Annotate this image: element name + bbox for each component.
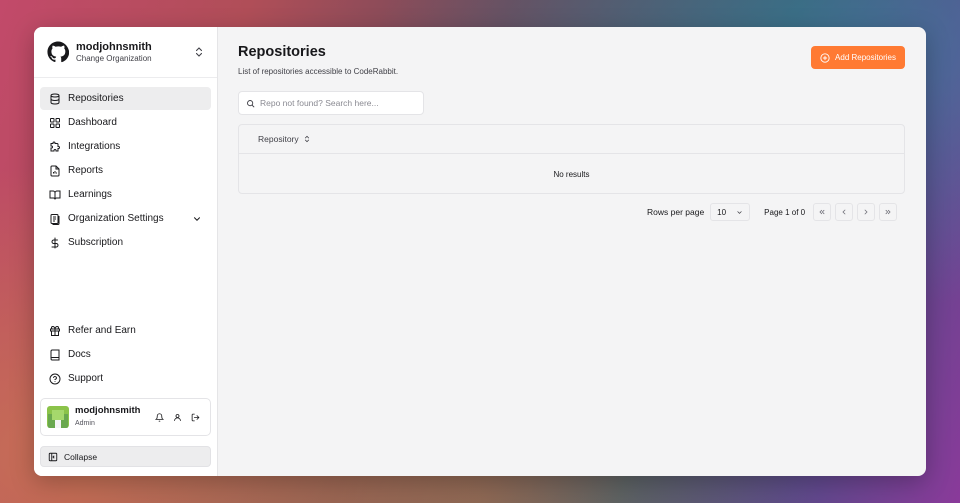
sidebar-item-docs[interactable]: Docs <box>40 343 211 366</box>
rows-per-page-label: Rows per page <box>647 207 705 217</box>
search-input[interactable] <box>260 98 410 108</box>
sidebar-item-subscription[interactable]: Subscription <box>40 231 211 254</box>
page-title: Repositories <box>238 44 326 60</box>
help-circle-icon <box>49 373 61 384</box>
sidebar-item-label: Organization Settings <box>68 213 164 224</box>
user-card: modjohnsmith Admin <box>40 398 211 436</box>
chevrons-left-icon <box>819 209 825 215</box>
org-subtitle: Change Organization <box>76 53 152 63</box>
sidebar-item-reports[interactable]: Reports <box>40 159 211 182</box>
search-box <box>238 91 424 115</box>
book-open-icon <box>49 190 61 200</box>
sidebar-bottom-nav: Refer and Earn Docs Support <box>40 319 211 391</box>
sidebar-item-label: Support <box>68 373 104 384</box>
gift-icon <box>50 325 60 336</box>
empty-state: No results <box>553 169 590 179</box>
sidebar-item-label: Learnings <box>68 189 112 200</box>
main-content: Repositories List of repositories access… <box>218 27 926 476</box>
first-page-button[interactable] <box>813 203 832 221</box>
sidebar-item-label: Repositories <box>68 93 124 104</box>
sidebar-item-label: Dashboard <box>68 117 117 128</box>
user-icon <box>173 413 181 421</box>
page-subtitle: List of repositories accessible to CodeR… <box>238 67 399 76</box>
logout-button[interactable] <box>186 408 204 426</box>
org-switcher[interactable]: modjohnsmith Change Organization <box>34 27 217 78</box>
sidebar-nav: Repositories Dashboard Integrations Repo… <box>34 78 217 255</box>
report-icon <box>50 165 60 176</box>
app-window: modjohnsmith Change Organization Reposit… <box>34 27 926 476</box>
chevrons-right-icon <box>885 209 891 215</box>
sort-icon <box>304 135 309 143</box>
chevron-left-icon <box>842 209 846 215</box>
add-repositories-label: Add Repositories <box>835 53 896 62</box>
page-info: Page 1 of 0 <box>764 207 806 217</box>
sidebar-item-label: Subscription <box>68 237 124 248</box>
previous-page-button[interactable] <box>835 203 854 221</box>
sidebar-item-integrations[interactable]: Integrations <box>40 135 211 158</box>
column-repository: Repository <box>258 134 299 144</box>
database-icon <box>50 93 60 105</box>
chevron-down-icon <box>737 210 742 214</box>
grid-icon <box>50 117 60 128</box>
rows-per-page-select[interactable]: 10 <box>710 203 751 221</box>
chevrons-up-down-icon[interactable] <box>193 46 205 58</box>
notifications-button[interactable] <box>150 408 168 426</box>
github-icon <box>47 41 69 63</box>
avatar <box>47 406 69 428</box>
dollar-icon <box>51 237 59 248</box>
panel-left-icon <box>48 452 58 461</box>
sidebar: modjohnsmith Change Organization Reposit… <box>34 27 218 476</box>
plus-circle-icon <box>820 52 830 63</box>
sidebar-item-repositories[interactable]: Repositories <box>40 87 211 110</box>
sidebar-item-learnings[interactable]: Learnings <box>40 183 211 206</box>
sidebar-item-organization-settings[interactable]: Organization Settings <box>40 207 211 230</box>
settings-doc-icon <box>50 213 60 225</box>
sidebar-item-label: Integrations <box>68 141 121 152</box>
collapse-button[interactable]: Collapse <box>40 446 211 467</box>
profile-button[interactable] <box>168 408 186 426</box>
book-icon <box>50 349 60 360</box>
user-role: Admin <box>75 420 95 427</box>
add-repositories-button[interactable]: Add Repositories <box>811 46 905 69</box>
next-page-button[interactable] <box>857 203 876 221</box>
sidebar-item-dashboard[interactable]: Dashboard <box>40 111 211 134</box>
search-icon <box>247 99 255 107</box>
collapse-label: Collapse <box>64 451 98 462</box>
sidebar-item-label: Refer and Earn <box>68 325 136 336</box>
avatar-pattern-icon <box>48 410 68 428</box>
rows-per-page-value: 10 <box>717 207 727 217</box>
sort-repository-button[interactable]: Repository <box>258 134 311 144</box>
repositories-table: Repository No results <box>238 124 905 194</box>
org-name: modjohnsmith <box>76 40 152 53</box>
logout-icon <box>191 413 199 421</box>
last-page-button[interactable] <box>879 203 898 221</box>
chevron-right-icon <box>864 209 868 215</box>
bell-icon <box>154 412 164 422</box>
sidebar-item-refer-and-earn[interactable]: Refer and Earn <box>40 319 211 342</box>
chevron-down-icon[interactable] <box>192 214 202 224</box>
user-name: modjohnsmith <box>75 405 141 416</box>
table-header: Repository <box>239 125 904 154</box>
pagination: Rows per page 10 Page 1 of 0 <box>647 203 898 221</box>
sidebar-item-label: Reports <box>68 165 104 176</box>
sidebar-item-support[interactable]: Support <box>40 367 211 390</box>
sidebar-item-label: Docs <box>68 349 91 360</box>
puzzle-icon <box>50 141 60 151</box>
